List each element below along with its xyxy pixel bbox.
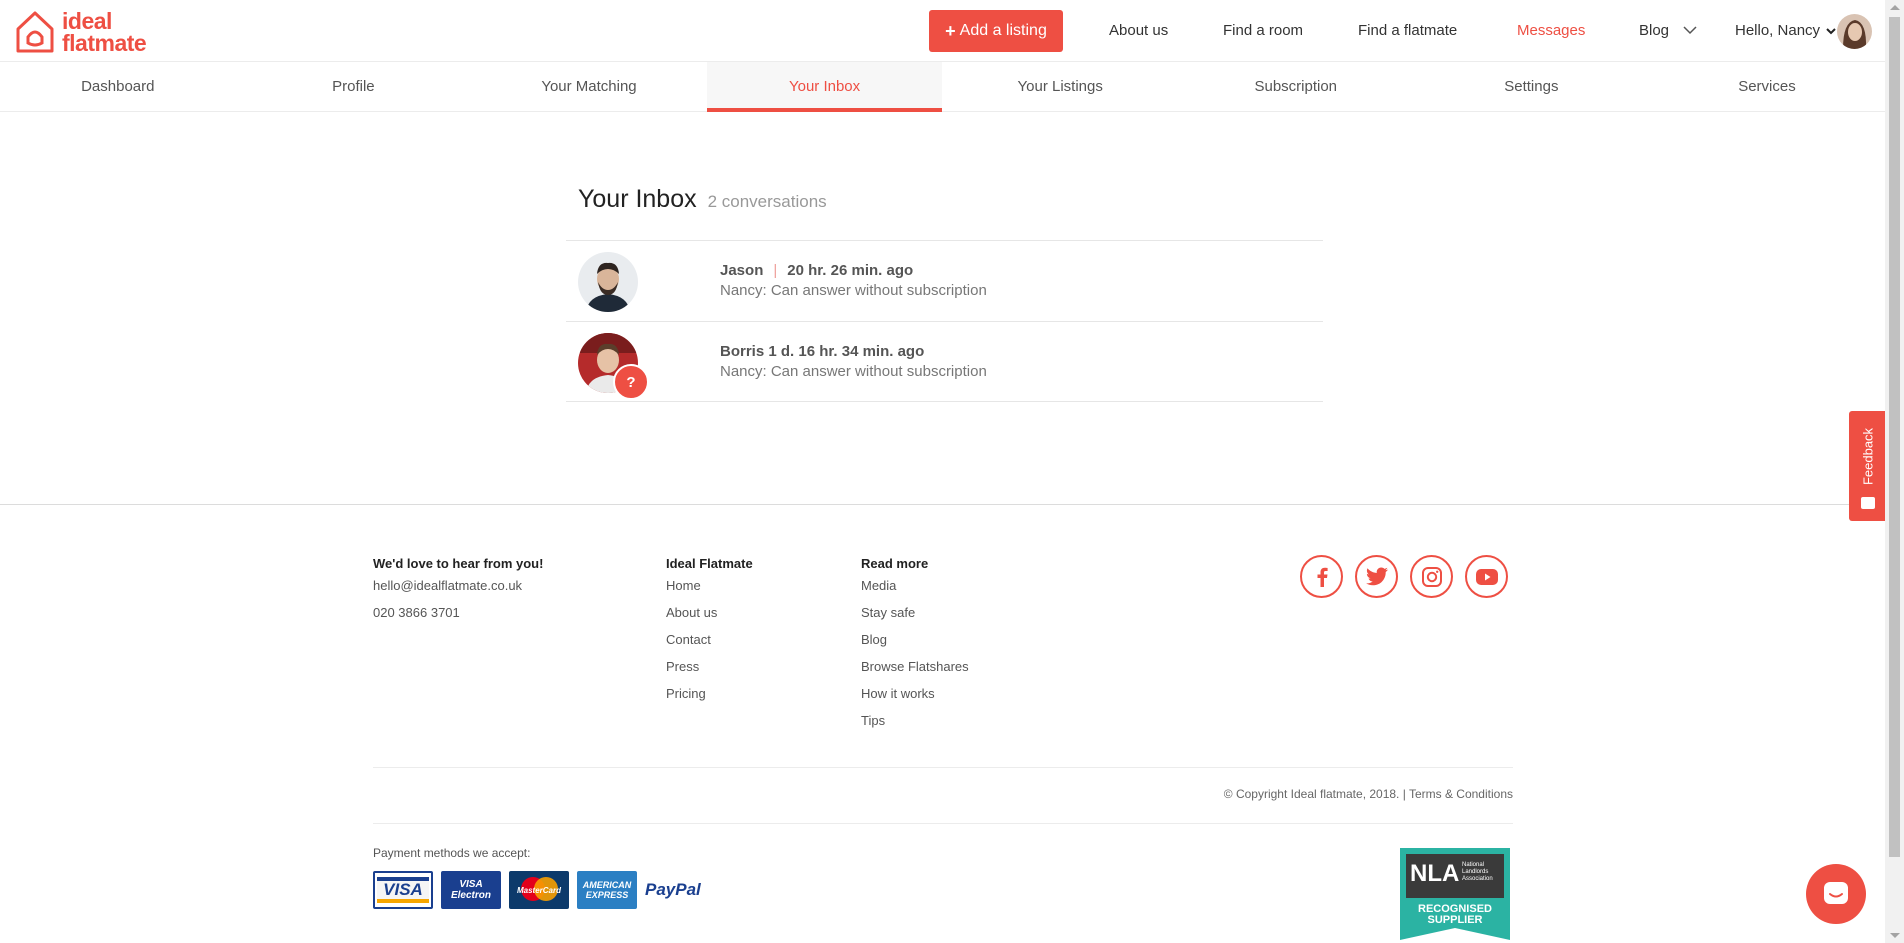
user-avatar[interactable] [1837, 14, 1872, 49]
add-listing-button[interactable]: + Add a listing [929, 10, 1063, 52]
nla-logo-text: NLA [1410, 860, 1460, 887]
footer-link-press[interactable]: Press [666, 659, 753, 686]
separator: | [773, 262, 778, 279]
visa-text: VISA [377, 877, 429, 903]
facebook-icon[interactable] [1300, 555, 1343, 598]
payment-methods: VISA VISA Electron MasterCard AMERICAN E… [373, 871, 701, 909]
unanswered-badge: ? [613, 364, 649, 400]
paypal-icon: PayPal [645, 880, 701, 899]
footer-link-stay-safe[interactable]: Stay safe [861, 605, 969, 632]
youtube-icon[interactable] [1465, 555, 1508, 598]
tab-your-matching[interactable]: Your Matching [471, 62, 707, 111]
footer-contact-heading: We'd love to hear from you! [373, 556, 544, 571]
footer-link-media[interactable]: Media [861, 578, 969, 605]
user-menu[interactable]: Hello, Nancy [1735, 22, 1836, 39]
top-navbar: ideal flatmate + Add a listing About us … [0, 0, 1885, 62]
footer-link-home[interactable]: Home [666, 578, 753, 605]
logo-text: ideal flatmate [62, 8, 147, 56]
chevron-down-icon [1826, 28, 1836, 35]
chevron-down-icon [1683, 26, 1697, 35]
logo[interactable]: ideal flatmate [14, 8, 147, 56]
tab-services[interactable]: Services [1649, 62, 1885, 111]
nla-supplier-text: SUPPLIER [1427, 914, 1483, 926]
footer-link-contact[interactable]: Contact [666, 632, 753, 659]
scroll-thumb[interactable] [1889, 17, 1900, 857]
scroll-up-arrow-icon[interactable] [1890, 5, 1900, 10]
footer-link-pricing[interactable]: Pricing [666, 686, 753, 713]
scroll-down-arrow-icon[interactable] [1890, 933, 1900, 938]
nav-about-us[interactable]: About us [1109, 22, 1168, 39]
timestamp: 1 d. 16 hr. 34 min. ago [768, 343, 925, 360]
footer-read-more-heading: Read more [861, 556, 929, 571]
conversation-header: Borris 1 d. 16 hr. 34 min. ago [720, 343, 924, 360]
footer-link-browse-flatshares[interactable]: Browse Flatshares [861, 659, 969, 686]
nla-recognised-supplier-badge: NLA National Landlords Association RECOG… [1400, 848, 1510, 940]
nla-subtitle: National Landlords Association [1462, 862, 1493, 882]
twitter-icon[interactable] [1355, 555, 1398, 598]
message-preview: Nancy: Can answer without subscription [720, 363, 987, 380]
amex-card-icon: AMERICAN EXPRESS [577, 871, 637, 909]
logo-line2: flatmate [62, 30, 147, 56]
add-listing-label: Add a listing [959, 22, 1047, 39]
footer-email-link[interactable]: hello@idealflatmate.co.uk [373, 578, 543, 605]
logo-line1: ideal [62, 8, 112, 34]
page-scrollbar[interactable] [1885, 0, 1904, 943]
page-title: Your Inbox 2 conversations [578, 185, 827, 214]
inbox-title-text: Your Inbox [578, 185, 697, 213]
footer-divider-3 [373, 823, 1513, 824]
user-greeting: Hello, Nancy [1735, 22, 1821, 39]
conversation-header: Jason | 20 hr. 26 min. ago [720, 262, 913, 279]
avatar [578, 252, 638, 312]
sender-name: Jason [720, 262, 764, 279]
sender-name: Borris [720, 343, 765, 360]
nav-find-room[interactable]: Find a room [1223, 22, 1303, 39]
conversation-item[interactable]: Jason | 20 hr. 26 min. ago Nancy: Can answ… [566, 240, 1323, 321]
tab-your-inbox[interactable]: Your Inbox [706, 62, 943, 112]
social-links [1300, 555, 1508, 598]
nav-messages[interactable]: Messages [1517, 22, 1585, 39]
nav-blog-label: Blog [1639, 22, 1670, 39]
footer-phone: 020 3866 3701 [373, 605, 460, 620]
footer-link-about[interactable]: About us [666, 605, 753, 632]
footer-divider-2 [373, 767, 1513, 768]
mastercard-icon: MasterCard [509, 871, 569, 909]
copyright-text[interactable]: © Copyright Ideal flatmate, 2018. | Term… [1224, 787, 1513, 801]
plus-icon: + [945, 20, 956, 41]
tab-profile[interactable]: Profile [236, 62, 472, 111]
conversation-item[interactable]: ? Borris 1 d. 16 hr. 34 min. ago Nancy: … [566, 321, 1323, 402]
footer-contact: We'd love to hear from you! hello@idealf… [373, 556, 543, 632]
nav-find-flatmate[interactable]: Find a flatmate [1358, 22, 1457, 39]
chat-launcher-button[interactable] [1806, 864, 1866, 924]
feedback-icon [1861, 497, 1875, 509]
feedback-tab[interactable]: Feedback [1849, 411, 1887, 521]
tab-dashboard[interactable]: Dashboard [0, 62, 236, 111]
jason-avatar-image [578, 252, 638, 312]
house-logo-icon [16, 11, 54, 53]
tab-settings[interactable]: Settings [1414, 62, 1650, 111]
tab-subscription[interactable]: Subscription [1178, 62, 1414, 111]
account-subnav: Dashboard Profile Your Matching Your Inb… [0, 62, 1885, 112]
chat-icon [1824, 882, 1848, 904]
message-preview: Nancy: Can answer without subscription [720, 282, 987, 299]
footer-ideal-heading: Ideal Flatmate [666, 556, 753, 571]
footer-link-tips[interactable]: Tips [861, 713, 969, 740]
conversation-list: Jason | 20 hr. 26 min. ago Nancy: Can answ… [566, 240, 1323, 402]
payment-methods-label: Payment methods we accept: [373, 846, 531, 860]
nav-blog[interactable]: Blog [1639, 22, 1697, 39]
footer-divider [0, 504, 1885, 505]
footer-read-more: Read more Media Stay safe Blog Browse Fl… [861, 556, 969, 740]
footer-ideal-flatmate: Ideal Flatmate Home About us Contact Pre… [666, 556, 753, 713]
footer-link-blog[interactable]: Blog [861, 632, 969, 659]
instagram-icon[interactable] [1410, 555, 1453, 598]
footer-link-how-it-works[interactable]: How it works [861, 686, 969, 713]
visa-electron-text: VISA Electron [450, 879, 491, 901]
tab-your-listings[interactable]: Your Listings [942, 62, 1178, 111]
visa-card-icon: VISA [373, 871, 433, 909]
timestamp: 20 hr. 26 min. ago [787, 262, 914, 279]
conversation-count: 2 conversations [707, 192, 827, 211]
visa-electron-card-icon: VISA Electron [441, 871, 501, 909]
avatar-image [1837, 14, 1872, 49]
mastercard-text: MasterCard [516, 885, 561, 895]
feedback-label: Feedback [1860, 427, 1876, 486]
